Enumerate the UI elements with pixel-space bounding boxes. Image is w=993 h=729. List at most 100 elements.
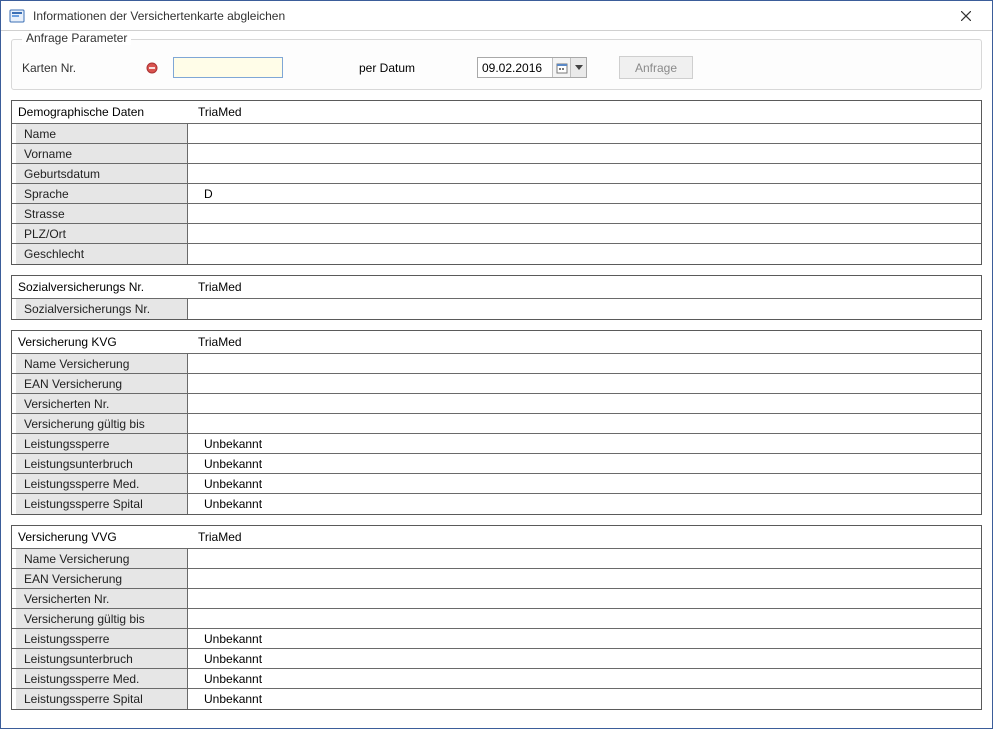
table-row: Leistungssperre SpitalUnbekannt <box>12 689 981 709</box>
row-label: Versicherung gültig bis <box>16 414 188 433</box>
row-label: Leistungssperre Spital <box>16 494 188 514</box>
section-header: Versicherung KVG TriaMed <box>12 331 981 354</box>
section-header: Sozialversicherungs Nr. TriaMed <box>12 276 981 299</box>
date-dropdown-button[interactable] <box>570 58 586 77</box>
row-value: Unbekannt <box>188 434 981 453</box>
row-value: Unbekannt <box>188 474 981 493</box>
section-title-right: TriaMed <box>192 101 981 123</box>
row-value <box>188 144 981 163</box>
section-title-right: TriaMed <box>192 331 981 353</box>
row-label: Sozialversicherungs Nr. <box>16 299 188 319</box>
row-label: Leistungsunterbruch <box>16 649 188 668</box>
row-label: Name Versicherung <box>16 354 188 373</box>
row-label: Sprache <box>16 184 188 203</box>
row-label: Name Versicherung <box>16 549 188 568</box>
row-value: Unbekannt <box>188 629 981 648</box>
table-row: Geschlecht <box>12 244 981 264</box>
anfrage-parameter-legend: Anfrage Parameter <box>22 31 131 45</box>
table-row: Versicherung gültig bis <box>12 609 981 629</box>
app-icon <box>9 8 25 24</box>
per-datum-picker[interactable] <box>477 57 587 78</box>
row-value: Unbekannt <box>188 669 981 688</box>
table-row: Name Versicherung <box>12 354 981 374</box>
row-value <box>188 549 981 568</box>
per-datum-label: per Datum <box>359 61 469 75</box>
table-row: Vorname <box>12 144 981 164</box>
row-value <box>188 374 981 393</box>
table-row: LeistungssperreUnbekannt <box>12 434 981 454</box>
title-bar: Informationen der Versichertenkarte abgl… <box>1 1 992 31</box>
close-icon <box>961 11 971 21</box>
table-row: Strasse <box>12 204 981 224</box>
row-label: Strasse <box>16 204 188 223</box>
section-title: Versicherung VVG <box>12 526 192 548</box>
calendar-icon[interactable] <box>552 58 570 77</box>
table-row: LeistungsunterbruchUnbekannt <box>12 454 981 474</box>
row-value <box>188 569 981 588</box>
table-row: Leistungssperre Med.Unbekannt <box>12 474 981 494</box>
anfrage-parameter-row: Karten Nr. per Datum <box>22 56 971 79</box>
table-row: Versicherten Nr. <box>12 589 981 609</box>
table-row: Name Versicherung <box>12 549 981 569</box>
table-row: Versicherten Nr. <box>12 394 981 414</box>
row-value: Unbekannt <box>188 454 981 473</box>
row-label: Versicherten Nr. <box>16 589 188 608</box>
section-title: Versicherung KVG <box>12 331 192 353</box>
row-label: Vorname <box>16 144 188 163</box>
table-row: EAN Versicherung <box>12 569 981 589</box>
row-label: Leistungssperre Spital <box>16 689 188 709</box>
row-label: Versicherten Nr. <box>16 394 188 413</box>
dialog-footer: Übernehmen Abbrechen <box>11 720 982 728</box>
section-title-right: TriaMed <box>192 526 981 548</box>
section-demographische-daten: Demographische Daten TriaMed Name Vornam… <box>11 100 982 265</box>
per-datum-input[interactable] <box>478 58 552 77</box>
row-label: Name <box>16 124 188 143</box>
anfrage-parameter-group: Anfrage Parameter Karten Nr. per Datum <box>11 39 982 90</box>
row-value: Unbekannt <box>188 689 981 709</box>
row-value <box>188 299 981 319</box>
karten-nr-input[interactable] <box>173 57 283 78</box>
section-sozialversicherungs-nr: Sozialversicherungs Nr. TriaMed Sozialve… <box>11 275 982 320</box>
section-title: Sozialversicherungs Nr. <box>12 276 192 298</box>
dialog-window: Informationen der Versichertenkarte abgl… <box>0 0 993 729</box>
window-title: Informationen der Versichertenkarte abgl… <box>33 9 946 23</box>
chevron-down-icon <box>575 65 583 70</box>
table-row: SpracheD <box>12 184 981 204</box>
row-value: Unbekannt <box>188 649 981 668</box>
row-value <box>188 244 981 264</box>
table-row: LeistungssperreUnbekannt <box>12 629 981 649</box>
table-row: Versicherung gültig bis <box>12 414 981 434</box>
section-title-right: TriaMed <box>192 276 981 298</box>
row-value <box>188 414 981 433</box>
table-row: LeistungsunterbruchUnbekannt <box>12 649 981 669</box>
row-label: EAN Versicherung <box>16 569 188 588</box>
anfrage-button[interactable]: Anfrage <box>619 56 693 79</box>
row-label: Geschlecht <box>16 244 188 264</box>
section-header: Demographische Daten TriaMed <box>12 101 981 124</box>
row-label: PLZ/Ort <box>16 224 188 243</box>
karten-nr-label: Karten Nr. <box>22 61 137 75</box>
section-versicherung-vvg: Versicherung VVG TriaMed Name Versicheru… <box>11 525 982 710</box>
row-value <box>188 354 981 373</box>
row-label: Leistungssperre <box>16 629 188 648</box>
table-row: Geburtsdatum <box>12 164 981 184</box>
row-value: Unbekannt <box>188 494 981 514</box>
section-title: Demographische Daten <box>12 101 192 123</box>
table-row: Leistungssperre Med.Unbekannt <box>12 669 981 689</box>
row-label: Versicherung gültig bis <box>16 609 188 628</box>
row-label: Geburtsdatum <box>16 164 188 183</box>
table-row: Name <box>12 124 981 144</box>
row-value <box>188 609 981 628</box>
row-label: Leistungssperre <box>16 434 188 453</box>
error-icon <box>145 61 159 75</box>
table-row: Sozialversicherungs Nr. <box>12 299 981 319</box>
row-value: D <box>188 184 981 203</box>
table-row: EAN Versicherung <box>12 374 981 394</box>
row-label: Leistungssperre Med. <box>16 474 188 493</box>
row-value <box>188 124 981 143</box>
table-row: Leistungssperre SpitalUnbekannt <box>12 494 981 514</box>
section-versicherung-kvg: Versicherung KVG TriaMed Name Versicheru… <box>11 330 982 515</box>
row-label: EAN Versicherung <box>16 374 188 393</box>
content-area: Anfrage Parameter Karten Nr. per Datum <box>1 31 992 728</box>
close-button[interactable] <box>946 2 986 30</box>
